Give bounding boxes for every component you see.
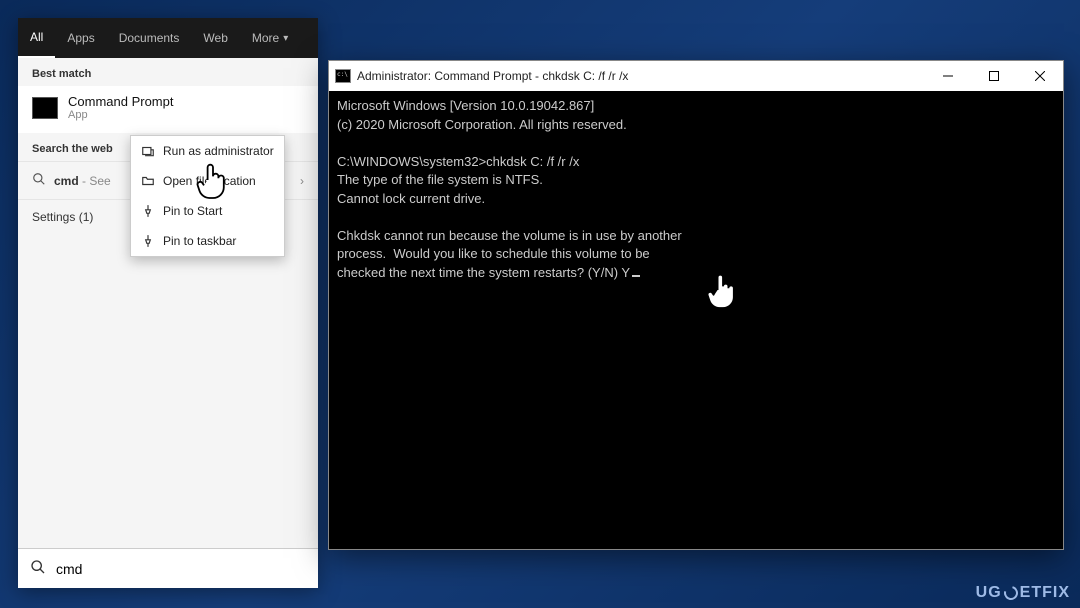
folder-icon xyxy=(141,174,155,188)
pin-icon xyxy=(141,234,155,248)
menu-label: Run as administrator xyxy=(163,144,274,158)
menu-pin-to-taskbar[interactable]: Pin to taskbar xyxy=(131,226,284,256)
menu-label: Pin to taskbar xyxy=(163,234,236,248)
best-match-subtitle: App xyxy=(68,109,173,121)
search-tabs: All Apps Documents Web More ▾ xyxy=(18,18,318,58)
menu-open-file-location[interactable]: Open file location xyxy=(131,166,284,196)
command-prompt-icon xyxy=(32,97,58,119)
chevron-right-icon: › xyxy=(300,174,304,188)
menu-pin-to-start[interactable]: Pin to Start xyxy=(131,196,284,226)
tab-all[interactable]: All xyxy=(18,18,55,58)
best-match-header: Best match xyxy=(18,58,318,86)
tab-documents[interactable]: Documents xyxy=(107,18,192,58)
cmd-text: Microsoft Windows [Version 10.0.19042.86… xyxy=(337,98,682,280)
menu-label: Open file location xyxy=(163,174,256,188)
web-query: cmd xyxy=(54,174,79,188)
web-suffix: - See xyxy=(79,174,111,188)
menu-label: Pin to Start xyxy=(163,204,222,218)
watermark-o-icon xyxy=(1001,583,1020,602)
close-button[interactable] xyxy=(1017,61,1063,91)
pin-icon xyxy=(141,204,155,218)
search-bar[interactable]: cmd xyxy=(18,548,318,588)
text-cursor xyxy=(632,275,640,277)
menu-run-as-admin[interactable]: Run as administrator xyxy=(131,136,284,166)
tab-more-label: More xyxy=(252,31,279,45)
best-match-text: Command Prompt App xyxy=(68,94,173,121)
tab-apps[interactable]: Apps xyxy=(55,18,106,58)
cmd-app-icon xyxy=(335,69,351,83)
maximize-button[interactable] xyxy=(971,61,1017,91)
cmd-titlebar[interactable]: Administrator: Command Prompt - chkdsk C… xyxy=(329,61,1063,91)
cmd-title: Administrator: Command Prompt - chkdsk C… xyxy=(357,69,628,83)
tab-more[interactable]: More ▾ xyxy=(240,18,300,58)
minimize-button[interactable] xyxy=(925,61,971,91)
window-controls xyxy=(925,61,1063,91)
search-input[interactable]: cmd xyxy=(56,561,82,577)
search-icon xyxy=(30,559,46,578)
best-match-title: Command Prompt xyxy=(68,94,173,109)
admin-shield-icon xyxy=(141,144,155,158)
chevron-down-icon: ▾ xyxy=(283,33,288,44)
command-prompt-window: Administrator: Command Prompt - chkdsk C… xyxy=(328,60,1064,550)
watermark-text: ETFIX xyxy=(1020,584,1070,602)
best-match-item[interactable]: Command Prompt App xyxy=(18,86,318,133)
web-search-text: cmd - See xyxy=(54,174,111,188)
watermark: UG ETFIX xyxy=(976,584,1070,602)
context-menu: Run as administrator Open file location … xyxy=(130,135,285,257)
search-icon xyxy=(32,172,46,189)
tab-web[interactable]: Web xyxy=(191,18,239,58)
watermark-text: UG xyxy=(976,584,1002,602)
cmd-output[interactable]: Microsoft Windows [Version 10.0.19042.86… xyxy=(329,91,1063,549)
start-search-panel: All Apps Documents Web More▾ Best match … xyxy=(18,18,318,588)
